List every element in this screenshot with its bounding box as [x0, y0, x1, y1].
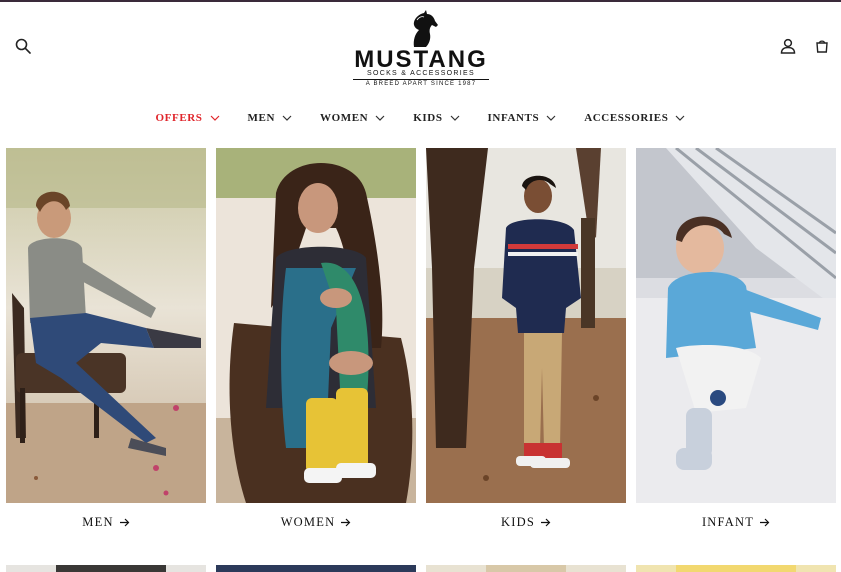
- search-icon: [15, 38, 31, 54]
- product-card-image[interactable]: [426, 562, 626, 572]
- men-category-image: [6, 148, 206, 503]
- arrow-right-icon: [341, 518, 351, 527]
- category-label: MEN: [82, 515, 114, 529]
- nav-item-label: WOMEN: [320, 112, 369, 124]
- chevron-down-icon: [450, 115, 460, 121]
- nav-item-offers[interactable]: OFFERS: [156, 108, 220, 128]
- nav-item-women[interactable]: WOMEN: [320, 108, 385, 128]
- cart-icon: [816, 40, 828, 53]
- kids-category-image: [426, 148, 626, 503]
- nav-item-men[interactable]: MEN: [248, 108, 292, 128]
- chevron-down-icon: [210, 115, 220, 121]
- chevron-down-icon: [675, 115, 685, 121]
- brand-name: MUSTANG: [354, 46, 488, 73]
- category-link-infant[interactable]: INFANT: [636, 515, 836, 530]
- nav-item-accessories[interactable]: ACCESSORIES: [584, 108, 685, 128]
- category-link-kids[interactable]: KIDS: [426, 515, 626, 530]
- nav-item-label: ACCESSORIES: [584, 112, 669, 124]
- chevron-down-icon: [282, 115, 292, 121]
- nav-item-infants[interactable]: INFANTS: [488, 108, 557, 128]
- site-header: MUSTANG SOCKS & ACCESSORIES A BREED APAR…: [0, 2, 841, 94]
- nav-item-label: MEN: [247, 112, 275, 124]
- product-card-image[interactable]: [216, 562, 416, 572]
- logo-divider: [353, 79, 489, 80]
- infant-category-image: [636, 148, 836, 503]
- nav-item-label: OFFERS: [155, 112, 203, 124]
- search-button[interactable]: [11, 34, 35, 58]
- product-image: [426, 565, 626, 572]
- category-card-infant[interactable]: [636, 148, 836, 503]
- category-link-women[interactable]: WOMEN: [216, 515, 416, 530]
- cart-button[interactable]: [810, 34, 834, 58]
- brand-subtitle: A BREED APART SINCE 1987: [365, 81, 477, 87]
- arrow-right-icon: [540, 518, 551, 527]
- product-card-image[interactable]: [636, 562, 836, 572]
- category-card-kids[interactable]: [426, 148, 626, 503]
- user-icon: [780, 38, 796, 54]
- brand-logo[interactable]: MUSTANG SOCKS & ACCESSORIES A BREED APAR…: [343, 10, 499, 90]
- chevron-down-icon: [546, 115, 556, 121]
- arrow-right-icon: [119, 518, 130, 527]
- main-nav: OFFERS MEN WOMEN KIDS INFANTS ACCESSORIE…: [0, 108, 841, 128]
- account-button[interactable]: [776, 34, 800, 58]
- nav-item-kids[interactable]: KIDS: [413, 108, 459, 128]
- chevron-down-icon: [375, 115, 385, 121]
- nav-item-label: INFANTS: [487, 112, 540, 124]
- arrow-right-icon: [760, 518, 770, 527]
- brand-tagline: SOCKS & ACCESSORIES: [367, 70, 475, 77]
- women-category-image: [216, 148, 416, 503]
- product-card-image[interactable]: [6, 562, 206, 572]
- category-label: INFANT: [701, 515, 755, 529]
- nav-item-label: KIDS: [413, 112, 443, 124]
- category-link-men[interactable]: MEN: [6, 515, 206, 530]
- product-image: [636, 565, 836, 572]
- product-image: [216, 565, 416, 572]
- category-card-women[interactable]: [216, 148, 416, 503]
- category-label: WOMEN: [280, 515, 336, 529]
- category-label: KIDS: [501, 515, 535, 529]
- category-card-men[interactable]: [6, 148, 206, 503]
- product-image: [6, 565, 206, 572]
- horse-logo-icon: [413, 10, 438, 47]
